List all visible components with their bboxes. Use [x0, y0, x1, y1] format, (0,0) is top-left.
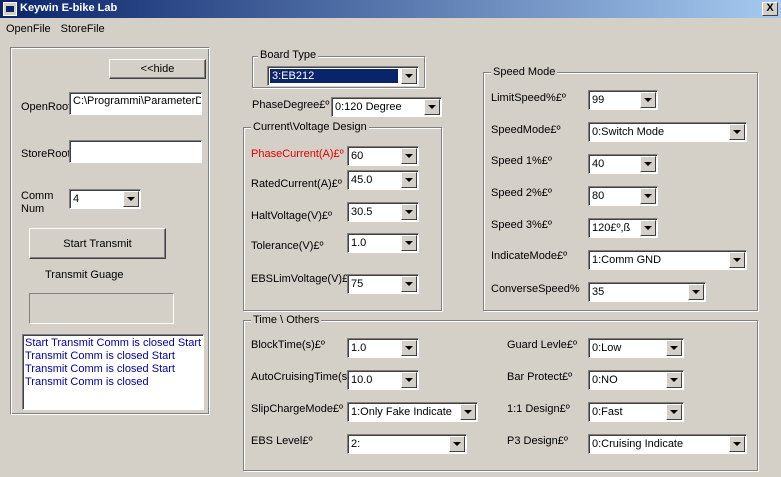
chevron-down-icon[interactable]: [666, 372, 682, 388]
speed2-label: Speed 2%£º: [491, 187, 552, 199]
one-to-one-design-label: 1:1 Design£º: [507, 403, 570, 415]
indicate-mode-label: IndicateMode£º: [491, 250, 568, 262]
speed3-label: Speed 3%£º: [491, 219, 552, 231]
window-title: Keywin E-bike Lab: [20, 2, 118, 14]
log-line: Transmit Comm is closed: [25, 376, 149, 388]
menu-open-file[interactable]: OpenFile: [0, 21, 55, 35]
comm-num-select[interactable]: 4: [69, 189, 141, 209]
menu-bar: OpenFile StoreFile: [0, 21, 109, 39]
indicate-mode-select[interactable]: 1:Comm GND: [588, 250, 747, 270]
time-others-title: Time \ Others: [251, 314, 322, 326]
store-root-input[interactable]: [69, 140, 202, 163]
chevron-down-icon[interactable]: [640, 188, 656, 204]
transmit-gauge: [29, 293, 174, 324]
chevron-down-icon[interactable]: [449, 436, 465, 452]
limit-speed-label: LimitSpeed%£º: [491, 92, 566, 104]
guard-level-label: Guard Levle£º: [507, 339, 578, 351]
chevron-down-icon[interactable]: [401, 340, 417, 356]
phase-current-select[interactable]: 60: [347, 146, 419, 166]
log-line: Transmit Comm is closed Start: [25, 350, 175, 362]
phase-degree-select[interactable]: 0:120 Degree: [331, 97, 442, 117]
ebs-lim-voltage-select[interactable]: 75: [347, 274, 419, 294]
current-voltage-title: Current\Voltage Design: [251, 121, 369, 133]
board-type-select[interactable]: 3:EB212: [267, 66, 419, 86]
auto-cruising-time-label: AutoCruisingTime(s)£º: [251, 371, 361, 383]
chevron-down-icon[interactable]: [640, 92, 656, 108]
speed-mode-title: Speed Mode: [491, 66, 558, 78]
block-time-label: BlockTime(s)£º: [251, 339, 325, 351]
chevron-down-icon[interactable]: [640, 156, 656, 172]
chevron-down-icon[interactable]: [666, 340, 682, 356]
board-type-label: Board Type: [258, 49, 319, 61]
phase-current-label: PhaseCurrent(A)£º: [251, 148, 344, 160]
close-button[interactable]: X: [762, 2, 778, 16]
slip-charge-mode-select[interactable]: 1:Only Fake Indicate: [347, 402, 478, 422]
tolerance-select[interactable]: 1.0: [347, 233, 419, 253]
rated-current-label: RatedCurrent(A)£º: [251, 178, 342, 190]
ebs-level-select[interactable]: 2:: [347, 434, 467, 454]
guard-level-select[interactable]: 0:Low: [588, 338, 684, 358]
converse-speed-label: ConverseSpeed%: [491, 283, 580, 295]
halt-voltage-select[interactable]: 30.5: [347, 202, 419, 222]
one-to-one-design-select[interactable]: 0:Fast: [588, 402, 684, 422]
chevron-down-icon[interactable]: [401, 68, 417, 84]
open-root-label: OpenRoot: [21, 101, 72, 113]
num-label: Num: [21, 203, 45, 215]
bar-protect-select[interactable]: 0:NO: [588, 370, 684, 390]
auto-cruising-time-select[interactable]: 10.0: [347, 370, 419, 390]
tolerance-label: Tolerance(V)£º: [251, 240, 324, 252]
chevron-down-icon[interactable]: [401, 276, 417, 292]
chevron-down-icon[interactable]: [666, 404, 682, 420]
converse-speed-select[interactable]: 35: [588, 282, 706, 302]
speed2-select[interactable]: 80: [588, 186, 658, 206]
speed-mode-select[interactable]: 0:Switch Mode: [588, 122, 747, 142]
chevron-down-icon[interactable]: [401, 148, 417, 164]
speed1-select[interactable]: 40: [588, 154, 658, 174]
log-line: Transmit Comm is closed Start: [25, 363, 175, 375]
app-icon: [3, 2, 17, 16]
ebs-level-label: EBS Level£º: [251, 435, 313, 447]
store-root-label: StoreRoot: [21, 148, 71, 160]
chevron-down-icon[interactable]: [688, 284, 704, 300]
chevron-down-icon[interactable]: [401, 204, 417, 220]
halt-voltage-label: HaltVoltage(V)£º: [251, 210, 333, 222]
speed-mode-label: SpeedMode£º: [491, 124, 561, 136]
speed3-select[interactable]: 120£º,ß: [588, 218, 658, 238]
comm-label: Comm: [21, 190, 54, 202]
phase-degree-label: PhaseDegree£º: [252, 99, 330, 111]
title-bar: Keywin E-bike Lab X: [0, 0, 781, 18]
chevron-down-icon[interactable]: [729, 252, 745, 268]
p3-design-select[interactable]: 0:Cruising Indicate: [588, 434, 747, 454]
p3-design-label: P3 Design£º: [507, 435, 568, 447]
left-panel: <<hide OpenRoot C:\Programmi\ParameterD …: [10, 47, 210, 415]
menu-store-file[interactable]: StoreFile: [55, 21, 109, 35]
hide-button[interactable]: <<hide: [109, 59, 206, 79]
start-transmit-button[interactable]: Start Transmit: [29, 228, 166, 259]
chevron-down-icon[interactable]: [729, 436, 745, 452]
transmit-gauge-label: Transmit Guage: [45, 269, 124, 281]
chevron-down-icon[interactable]: [401, 235, 417, 251]
slip-charge-mode-label: SlipChargeMode£º: [251, 403, 344, 415]
chevron-down-icon[interactable]: [401, 172, 417, 188]
chevron-down-icon[interactable]: [460, 404, 476, 420]
chevron-down-icon[interactable]: [424, 99, 440, 115]
chevron-down-icon[interactable]: [729, 124, 745, 140]
log-line: Start Transmit Comm is closed Start: [25, 337, 202, 349]
ebs-lim-voltage-label: EBSLimVoltage(V)£º: [251, 273, 353, 285]
chevron-down-icon[interactable]: [401, 372, 417, 388]
chevron-down-icon[interactable]: [640, 220, 656, 236]
speed1-label: Speed 1%£º: [491, 155, 552, 167]
open-root-input[interactable]: C:\Programmi\ParameterD: [69, 92, 202, 115]
transmit-log[interactable]: Start Transmit Comm is closed Start Tran…: [22, 334, 204, 410]
chevron-down-icon[interactable]: [123, 191, 139, 207]
limit-speed-select[interactable]: 99: [588, 90, 658, 110]
block-time-select[interactable]: 1.0: [347, 338, 419, 358]
rated-current-select[interactable]: 45.0: [347, 170, 419, 190]
bar-protect-label: Bar Protect£º: [507, 371, 573, 383]
